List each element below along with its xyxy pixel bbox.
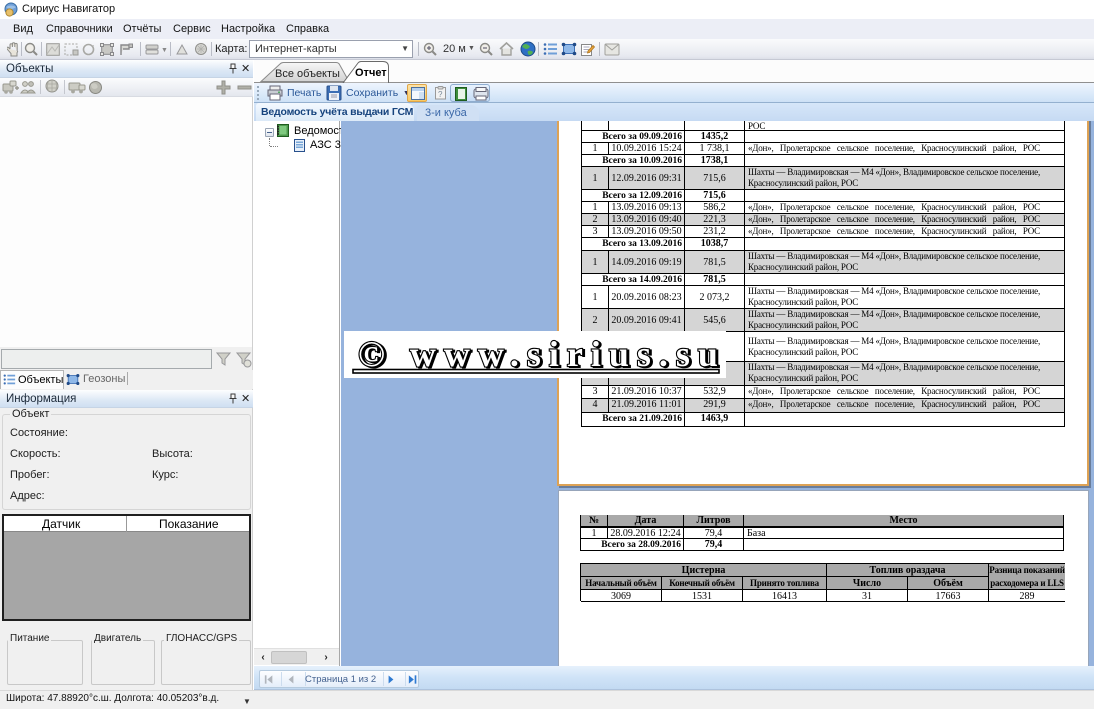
- svg-text:© www.sirius.su: © www.sirius.su: [358, 334, 726, 374]
- svg-text:?: ?: [438, 90, 443, 99]
